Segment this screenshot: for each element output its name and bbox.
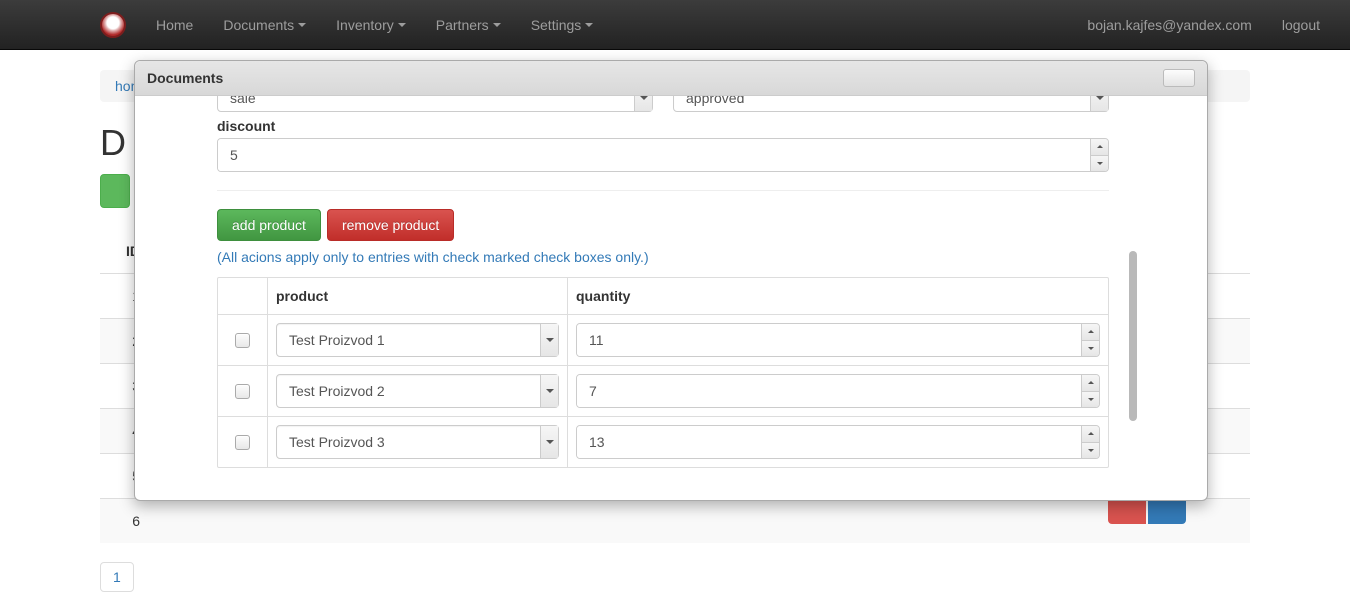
row-checkbox[interactable] bbox=[235, 435, 250, 450]
nav-logout[interactable]: logout bbox=[1267, 2, 1335, 48]
dialog-title-text: Documents bbox=[147, 70, 223, 86]
chevron-down-icon bbox=[493, 23, 501, 27]
status-select[interactable]: approved bbox=[673, 96, 1109, 112]
dialog-titlebar[interactable]: Documents bbox=[135, 61, 1207, 96]
stepper-down-icon[interactable] bbox=[1091, 156, 1108, 172]
quantity-input[interactable] bbox=[577, 426, 1081, 458]
table-row: Test Proizvod 2 bbox=[218, 366, 1108, 417]
product-select[interactable]: Test Proizvod 1 bbox=[276, 323, 559, 357]
table-row: Test Proizvod 1 bbox=[218, 315, 1108, 366]
type-select-value: sale bbox=[230, 96, 634, 106]
product-select[interactable]: Test Proizvod 3 bbox=[276, 425, 559, 459]
nav-documents[interactable]: Documents bbox=[208, 2, 321, 48]
nav-documents-label: Documents bbox=[223, 17, 294, 33]
nav-partners-label: Partners bbox=[436, 17, 489, 33]
product-select-value: Test Proizvod 3 bbox=[289, 434, 540, 450]
stepper-up-icon[interactable] bbox=[1091, 139, 1108, 156]
stepper-up-icon[interactable] bbox=[1082, 375, 1099, 392]
status-select-value: approved bbox=[686, 96, 1090, 106]
dialog-body: sale approved discount add product re bbox=[135, 96, 1207, 501]
type-select[interactable]: sale bbox=[217, 96, 653, 112]
stepper-down-icon[interactable] bbox=[1082, 443, 1099, 459]
actions-hint: (All acions apply only to entries with c… bbox=[217, 249, 1109, 265]
chevron-down-icon[interactable] bbox=[1090, 96, 1108, 111]
stepper-up-icon[interactable] bbox=[1082, 324, 1099, 341]
quantity-stepper[interactable] bbox=[576, 323, 1100, 357]
product-select-value: Test Proizvod 1 bbox=[289, 332, 540, 348]
dialog-scrollbar[interactable] bbox=[1129, 251, 1137, 421]
stepper-down-icon[interactable] bbox=[1082, 392, 1099, 408]
table-row: Test Proizvod 3 bbox=[218, 417, 1108, 467]
nav-user-email[interactable]: bojan.kajfes@yandex.com bbox=[1072, 2, 1266, 48]
nav-settings-label: Settings bbox=[531, 17, 582, 33]
dialog-close-button[interactable] bbox=[1163, 69, 1195, 87]
chevron-down-icon bbox=[398, 23, 406, 27]
products-table: product quantity Test Proizvod 1 bbox=[217, 277, 1109, 468]
discount-input[interactable] bbox=[218, 139, 1090, 171]
brand-logo[interactable] bbox=[100, 12, 126, 38]
col-product-header: product bbox=[268, 278, 568, 314]
col-quantity-header: quantity bbox=[568, 278, 1108, 314]
chevron-down-icon[interactable] bbox=[540, 324, 558, 356]
col-check-header bbox=[218, 278, 268, 314]
quantity-input[interactable] bbox=[577, 324, 1081, 356]
product-select-value: Test Proizvod 2 bbox=[289, 383, 540, 399]
nav-settings[interactable]: Settings bbox=[516, 2, 609, 48]
page-number[interactable]: 1 bbox=[100, 562, 134, 592]
chevron-down-icon bbox=[585, 23, 593, 27]
nav-inventory-label: Inventory bbox=[336, 17, 394, 33]
bg-cell-id: 6 bbox=[108, 513, 148, 529]
stepper-down-icon[interactable] bbox=[1082, 341, 1099, 357]
pagination: 1 bbox=[100, 562, 134, 592]
row-checkbox[interactable] bbox=[235, 384, 250, 399]
nav-home[interactable]: Home bbox=[141, 2, 208, 48]
product-select[interactable]: Test Proizvod 2 bbox=[276, 374, 559, 408]
divider bbox=[217, 190, 1109, 191]
navbar: Home Documents Inventory Partners Settin… bbox=[0, 0, 1350, 50]
chevron-down-icon[interactable] bbox=[634, 96, 652, 111]
chevron-down-icon[interactable] bbox=[540, 426, 558, 458]
quantity-stepper[interactable] bbox=[576, 425, 1100, 459]
discount-stepper[interactable] bbox=[217, 138, 1109, 172]
bg-add-button[interactable] bbox=[100, 174, 130, 208]
add-product-button[interactable]: add product bbox=[217, 209, 321, 241]
quantity-input[interactable] bbox=[577, 375, 1081, 407]
chevron-down-icon bbox=[298, 23, 306, 27]
table-header-row: product quantity bbox=[218, 278, 1108, 315]
nav-inventory[interactable]: Inventory bbox=[321, 2, 421, 48]
chevron-down-icon[interactable] bbox=[540, 375, 558, 407]
discount-label: discount bbox=[217, 118, 1109, 134]
stepper-up-icon[interactable] bbox=[1082, 426, 1099, 443]
documents-dialog: Documents sale approved discount bbox=[134, 60, 1208, 501]
nav-partners[interactable]: Partners bbox=[421, 2, 516, 48]
remove-product-button[interactable]: remove product bbox=[327, 209, 454, 241]
row-checkbox[interactable] bbox=[235, 333, 250, 348]
quantity-stepper[interactable] bbox=[576, 374, 1100, 408]
